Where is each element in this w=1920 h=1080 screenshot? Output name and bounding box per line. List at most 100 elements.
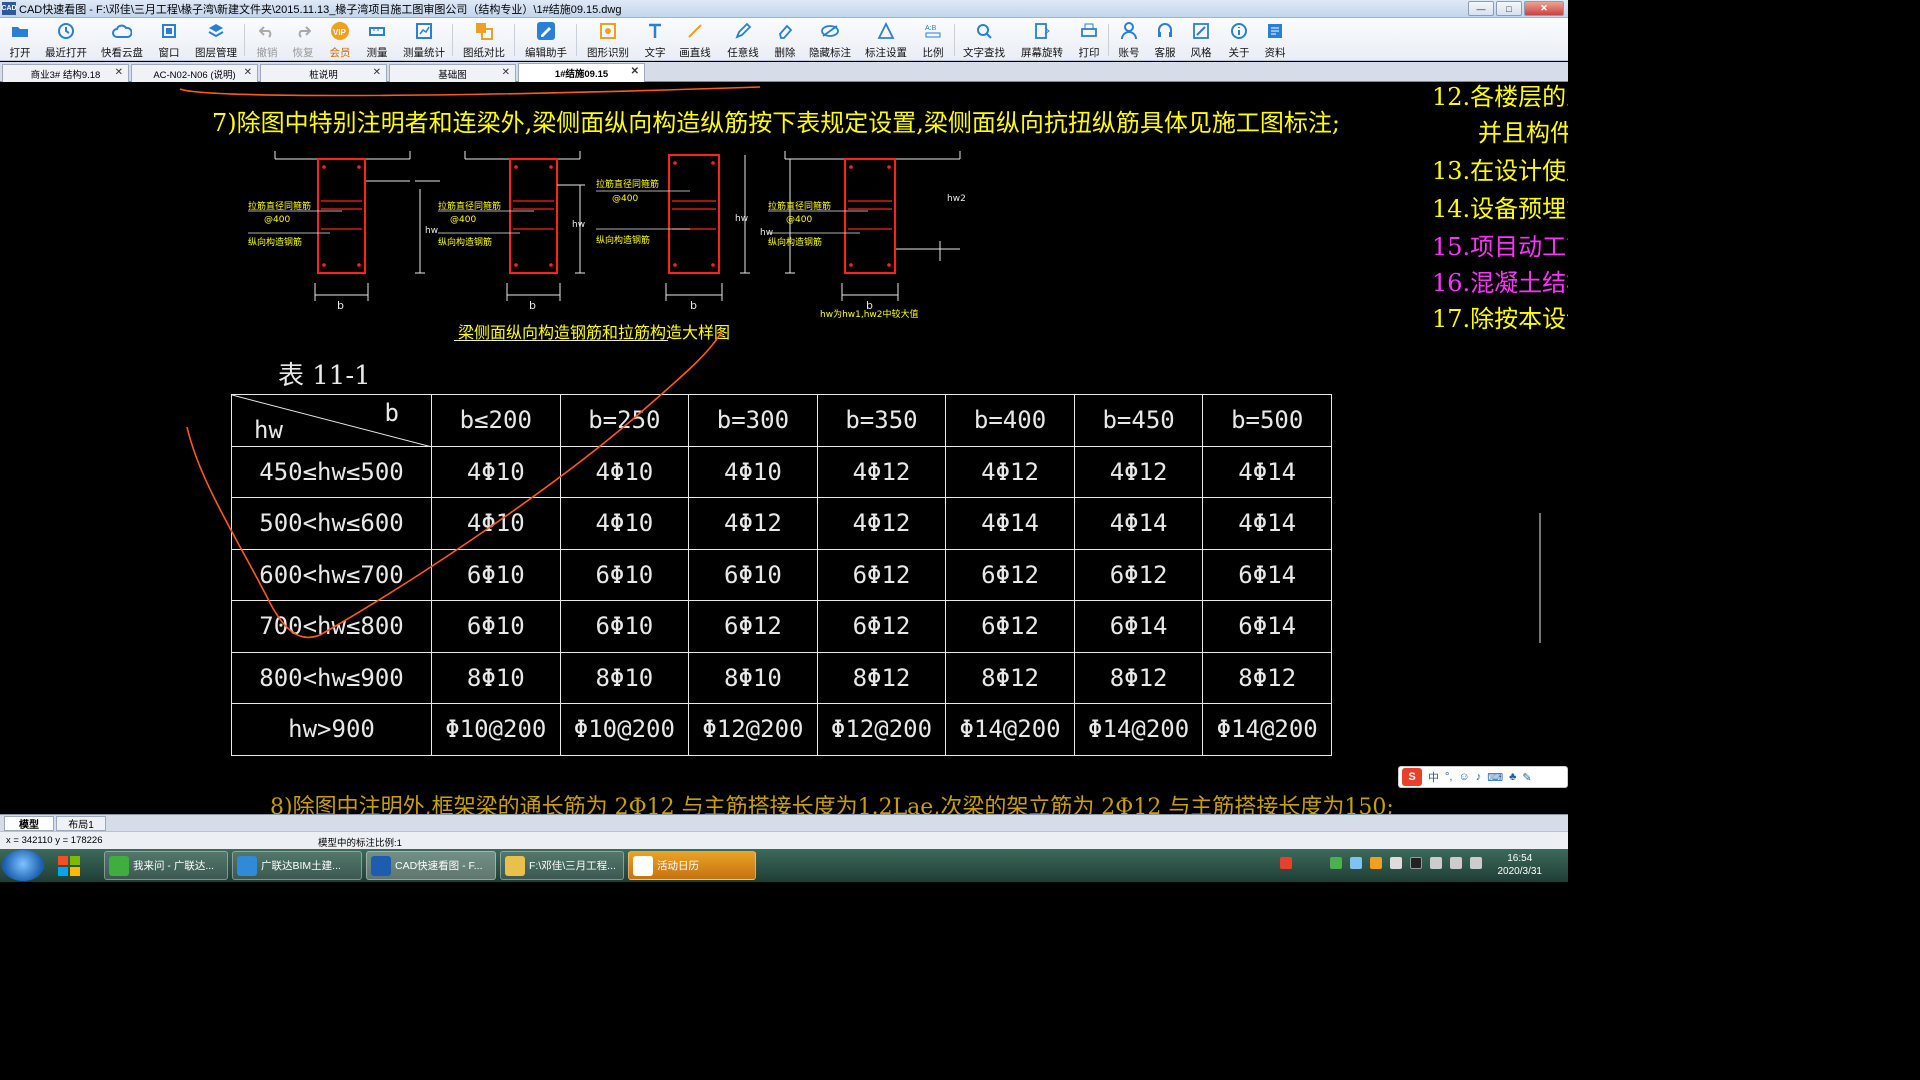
tab-document[interactable]: 桩说明 ✕ xyxy=(260,64,387,82)
minimize-button[interactable]: — xyxy=(1468,1,1494,16)
folder-icon xyxy=(10,21,30,41)
cloud-button[interactable]: 快看云盘 xyxy=(100,20,144,60)
tab-layout1[interactable]: 布局1 xyxy=(56,816,106,831)
table-cell: 6Φ10 xyxy=(559,548,690,601)
window-icon xyxy=(159,21,179,41)
mic-icon[interactable]: ♪ xyxy=(1476,771,1482,783)
measure-button[interactable]: 测量 xyxy=(364,20,390,60)
open-button[interactable]: 打开 xyxy=(6,20,34,60)
tray-icon[interactable] xyxy=(1390,857,1402,869)
volume-icon[interactable] xyxy=(1450,857,1462,869)
close-icon[interactable]: ✕ xyxy=(115,67,123,78)
text-button[interactable]: 文字 xyxy=(642,20,668,60)
ime-toolbar[interactable]: S 中 °, ☺ ♪ ⌨ ♣ ✎ xyxy=(1398,766,1568,788)
table-cell: 6Φ10 xyxy=(559,600,690,653)
shape-recog-button[interactable]: 图形识别 xyxy=(586,20,630,60)
table-cell: 4Φ10 xyxy=(559,497,690,550)
freeline-label: 任意线 xyxy=(727,47,759,59)
vip-button[interactable]: VIP 会员 xyxy=(326,20,354,60)
taskbar-item-active[interactable]: CAD快速看图 - F... xyxy=(366,851,496,880)
account-button[interactable]: 账号 xyxy=(1116,20,1142,60)
network-icon[interactable] xyxy=(1350,857,1362,869)
flag-icon[interactable] xyxy=(1430,857,1442,869)
scale-button[interactable]: A:B 比例 xyxy=(920,20,946,60)
print-button[interactable]: 打印 xyxy=(1076,20,1102,60)
compare-button[interactable]: 图纸对比 xyxy=(462,20,506,60)
taskbar-item[interactable]: 活动日历 xyxy=(628,851,756,880)
windows-logo-icon[interactable] xyxy=(56,854,82,878)
wechat-icon[interactable] xyxy=(1330,857,1342,869)
tab-document[interactable]: 商业3# 结构9.18 ✕ xyxy=(2,64,129,82)
about-button[interactable]: 关于 xyxy=(1226,20,1252,60)
style-button[interactable]: 风格 xyxy=(1188,20,1214,60)
close-icon[interactable]: ✕ xyxy=(502,67,510,78)
redo-button[interactable]: 恢复 xyxy=(290,20,316,60)
tools-icon[interactable]: ✎ xyxy=(1522,771,1531,784)
start-button[interactable] xyxy=(2,850,44,881)
window-button[interactable]: 窗口 xyxy=(156,20,182,60)
sogou-tray-icon[interactable] xyxy=(1280,857,1292,869)
svg-text:A:B: A:B xyxy=(925,25,937,32)
punct-icon[interactable]: °, xyxy=(1445,771,1452,783)
note-12-cont: 并且构件施工 xyxy=(1478,119,1568,147)
ime-mode[interactable]: 中 xyxy=(1428,769,1439,785)
tab-document[interactable]: 基础图 ✕ xyxy=(389,64,516,82)
layers-label: 图层管理 xyxy=(195,47,237,59)
dim-hw: hw xyxy=(735,214,748,224)
close-icon[interactable]: ✕ xyxy=(244,67,252,78)
clock[interactable]: 16:54 2020/3/31 xyxy=(1498,852,1543,878)
maximize-button[interactable]: □ xyxy=(1496,1,1522,16)
table-row: 500<hw≤600 4Φ10 4Φ10 4Φ12 4Φ12 4Φ14 4Φ14… xyxy=(231,497,1332,550)
freeline-button[interactable]: 任意线 xyxy=(726,20,760,60)
line-button[interactable]: 画直线 xyxy=(678,20,712,60)
close-button[interactable]: ✕ xyxy=(1524,1,1564,16)
taskbar-item[interactable]: F:\邓佳\三月工程... xyxy=(500,851,624,880)
recent-button[interactable]: 最近打开 xyxy=(44,20,88,60)
delete-button[interactable]: 删除 xyxy=(772,20,798,60)
drawing-canvas[interactable]: 7)除图中特别注明者和连梁外,梁侧面纵向构造纵筋按下表规定设置,梁侧面纵向抗扭纵… xyxy=(0,83,1568,814)
account-label: 账号 xyxy=(1118,47,1140,59)
table-cell: 6Φ12 xyxy=(1073,548,1204,601)
cloud-label: 快看云盘 xyxy=(101,47,143,59)
taskbar-item[interactable]: 我来问 - 广联达... xyxy=(104,851,228,880)
service-label: 客服 xyxy=(1154,47,1176,59)
table-cell: 6Φ10 xyxy=(431,600,561,653)
table-cell: 6Φ12 xyxy=(816,548,947,601)
close-icon[interactable]: ✕ xyxy=(373,67,381,78)
layers-button[interactable]: 图层管理 xyxy=(194,20,238,60)
resources-button[interactable]: 资料 xyxy=(1262,20,1288,60)
tab-document-active[interactable]: 1#结施09.15 ✕ xyxy=(518,63,645,82)
keyboard-icon[interactable]: ⌨ xyxy=(1487,771,1503,784)
table-row-label: hw>900 xyxy=(231,703,432,756)
emoji-icon[interactable]: ☺ xyxy=(1458,771,1469,783)
tab-model[interactable]: 模型 xyxy=(4,816,54,831)
skin-icon[interactable]: ♣ xyxy=(1509,771,1516,783)
dim-hw: hw xyxy=(425,226,438,236)
rotate-button[interactable]: 屏幕旋转 xyxy=(1020,20,1064,60)
app-tray-icon[interactable] xyxy=(1370,857,1382,869)
hide-annot-button[interactable]: 隐藏标注 xyxy=(808,20,852,60)
text-search-button[interactable]: 文字查找 xyxy=(962,20,1006,60)
table-cell: 6Φ12 xyxy=(945,548,1075,601)
qq-icon[interactable] xyxy=(1410,857,1422,869)
table-cell: 6Φ10 xyxy=(431,548,561,601)
print-label: 打印 xyxy=(1078,47,1100,59)
folder-icon xyxy=(505,855,525,876)
dim-b: b xyxy=(529,299,536,312)
annot-settings-icon xyxy=(876,21,896,41)
system-tray xyxy=(1280,857,1482,869)
undo-button[interactable]: 撤销 xyxy=(254,20,280,60)
sogou-icon: S xyxy=(1402,768,1422,786)
service-button[interactable]: 客服 xyxy=(1152,20,1178,60)
measure-stats-button[interactable]: 测量统计 xyxy=(402,20,446,60)
table-cell: 4Φ10 xyxy=(431,497,561,550)
annot-settings-button[interactable]: 标注设置 xyxy=(864,20,908,60)
display-icon[interactable] xyxy=(1470,857,1482,869)
edit-assist-button[interactable]: 编辑助手 xyxy=(524,20,568,60)
tab-document[interactable]: AC-N02-N06 (说明) ✕ xyxy=(131,64,258,82)
detail-label: 纵向构造钢筋 xyxy=(248,236,302,248)
close-icon[interactable]: ✕ xyxy=(631,66,639,77)
measure-stats-label: 测量统计 xyxy=(403,47,445,59)
taskbar-item[interactable]: 广联达BIM土建... xyxy=(232,851,362,880)
table-cell: Φ14@200 xyxy=(945,703,1075,756)
